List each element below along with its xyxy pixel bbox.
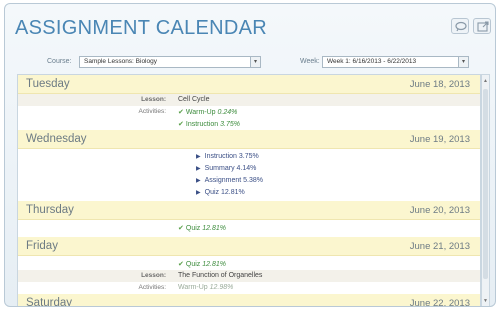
lesson-label: Lesson: [141, 96, 166, 103]
day-header-saturday: Saturday June 22, 2013 [18, 294, 480, 307]
assignment-item[interactable]: ▶ Quiz 12.81% [196, 189, 245, 196]
activities-label: Activities: [138, 108, 166, 115]
activity-row: Activities: ✔ Warm-Up 0.24% [18, 106, 480, 118]
assignment-item[interactable]: ▶ Instruction 3.75% [196, 153, 259, 160]
assignment-item[interactable]: ▶ Assignment 5.38% [196, 177, 263, 184]
day-date: June 18, 2013 [409, 79, 470, 90]
activity-row: Activities: Warm-Up 12.98% [18, 282, 480, 294]
day-header-wednesday: Wednesday June 19, 2013 [18, 130, 480, 149]
page-title: ASSIGNMENT CALENDAR [15, 17, 268, 39]
check-icon: ✔ [178, 121, 184, 128]
lesson-title[interactable]: The Function of Organelles [178, 272, 262, 279]
arrow-right-icon: ▶ [196, 166, 201, 172]
day-name: Thursday [26, 204, 74, 216]
assignment-row: ▶ Assignment 5.38% [18, 175, 480, 187]
arrow-right-icon: ▶ [196, 154, 201, 160]
activity-row: ✔ Quiz 12.81% [18, 222, 480, 234]
course-select[interactable]: Sample Lessons: Biology ▾ [79, 56, 261, 68]
comment-icon[interactable] [451, 18, 469, 34]
activity-row: ✔ Quiz 12.81% [18, 258, 480, 270]
calendar-list: Tuesday June 18, 2013 Lesson: Cell Cycle… [17, 74, 481, 307]
day-date: June 21, 2013 [409, 241, 470, 252]
day-date: June 22, 2013 [409, 298, 470, 307]
week-select[interactable]: Week 1: 6/16/2013 - 6/22/2013 ▾ [322, 56, 469, 68]
day-name: Tuesday [26, 78, 70, 90]
day-header-thursday: Thursday June 20, 2013 [18, 201, 480, 220]
day-date: June 19, 2013 [409, 134, 470, 145]
day-date: June 20, 2013 [409, 205, 470, 216]
export-icon[interactable] [473, 18, 491, 34]
lesson-row: Lesson: Cell Cycle [18, 94, 480, 106]
day-header-friday: Friday June 21, 2013 [18, 237, 480, 256]
arrow-right-icon: ▶ [196, 178, 201, 184]
filter-toolbar: Course: Sample Lessons: Biology ▾ Week: … [17, 54, 485, 76]
arrow-right-icon: ▶ [196, 190, 201, 196]
lesson-label: Lesson: [141, 272, 166, 279]
assignment-item[interactable]: ▶ Summary 4.14% [196, 165, 256, 172]
day-name: Friday [26, 240, 58, 252]
lesson-row: Lesson: The Function of Organelles [18, 270, 480, 282]
check-icon: ✔ [178, 225, 184, 232]
day-name: Saturday [26, 297, 73, 307]
activity-item[interactable]: ✔ Warm-Up 0.24% [178, 108, 237, 116]
activity-item[interactable]: Warm-Up 12.98% [178, 284, 233, 291]
activities-label: Activities: [138, 284, 166, 291]
check-icon: ✔ [178, 109, 184, 116]
activity-row: ✔ Instruction 3.75% [18, 118, 480, 130]
title-bar: ASSIGNMENT CALENDAR [5, 4, 495, 44]
assignment-row: ▶ Quiz 12.81% [18, 187, 480, 199]
activity-item[interactable]: ✔ Quiz 12.81% [178, 224, 226, 232]
activity-item[interactable]: ✔ Quiz 12.81% [178, 260, 226, 268]
activity-item[interactable]: ✔ Instruction 3.75% [178, 120, 240, 128]
scroll-down-icon[interactable]: ▼ [482, 297, 489, 305]
day-name: Wednesday [26, 133, 87, 145]
vertical-scrollbar[interactable]: ▲ ▼ [481, 74, 490, 306]
course-label: Course: [47, 58, 72, 65]
scroll-up-icon[interactable]: ▲ [482, 77, 489, 85]
check-icon: ✔ [178, 261, 184, 268]
lesson-title[interactable]: Cell Cycle [178, 96, 210, 103]
assignment-calendar-window: ASSIGNMENT CALENDAR Course: Sample Lesso… [4, 3, 496, 307]
chevron-down-icon[interactable]: ▾ [458, 57, 468, 67]
day-header-tuesday: Tuesday June 18, 2013 [18, 75, 480, 94]
week-select-value: Week 1: 6/16/2013 - 6/22/2013 [327, 58, 417, 65]
assignment-row: ▶ Instruction 3.75% [18, 151, 480, 163]
assignment-row: ▶ Summary 4.14% [18, 163, 480, 175]
course-select-value: Sample Lessons: Biology [84, 58, 157, 65]
scroll-thumb[interactable] [483, 89, 488, 279]
week-label: Week: [300, 58, 320, 65]
chevron-down-icon[interactable]: ▾ [250, 57, 260, 67]
